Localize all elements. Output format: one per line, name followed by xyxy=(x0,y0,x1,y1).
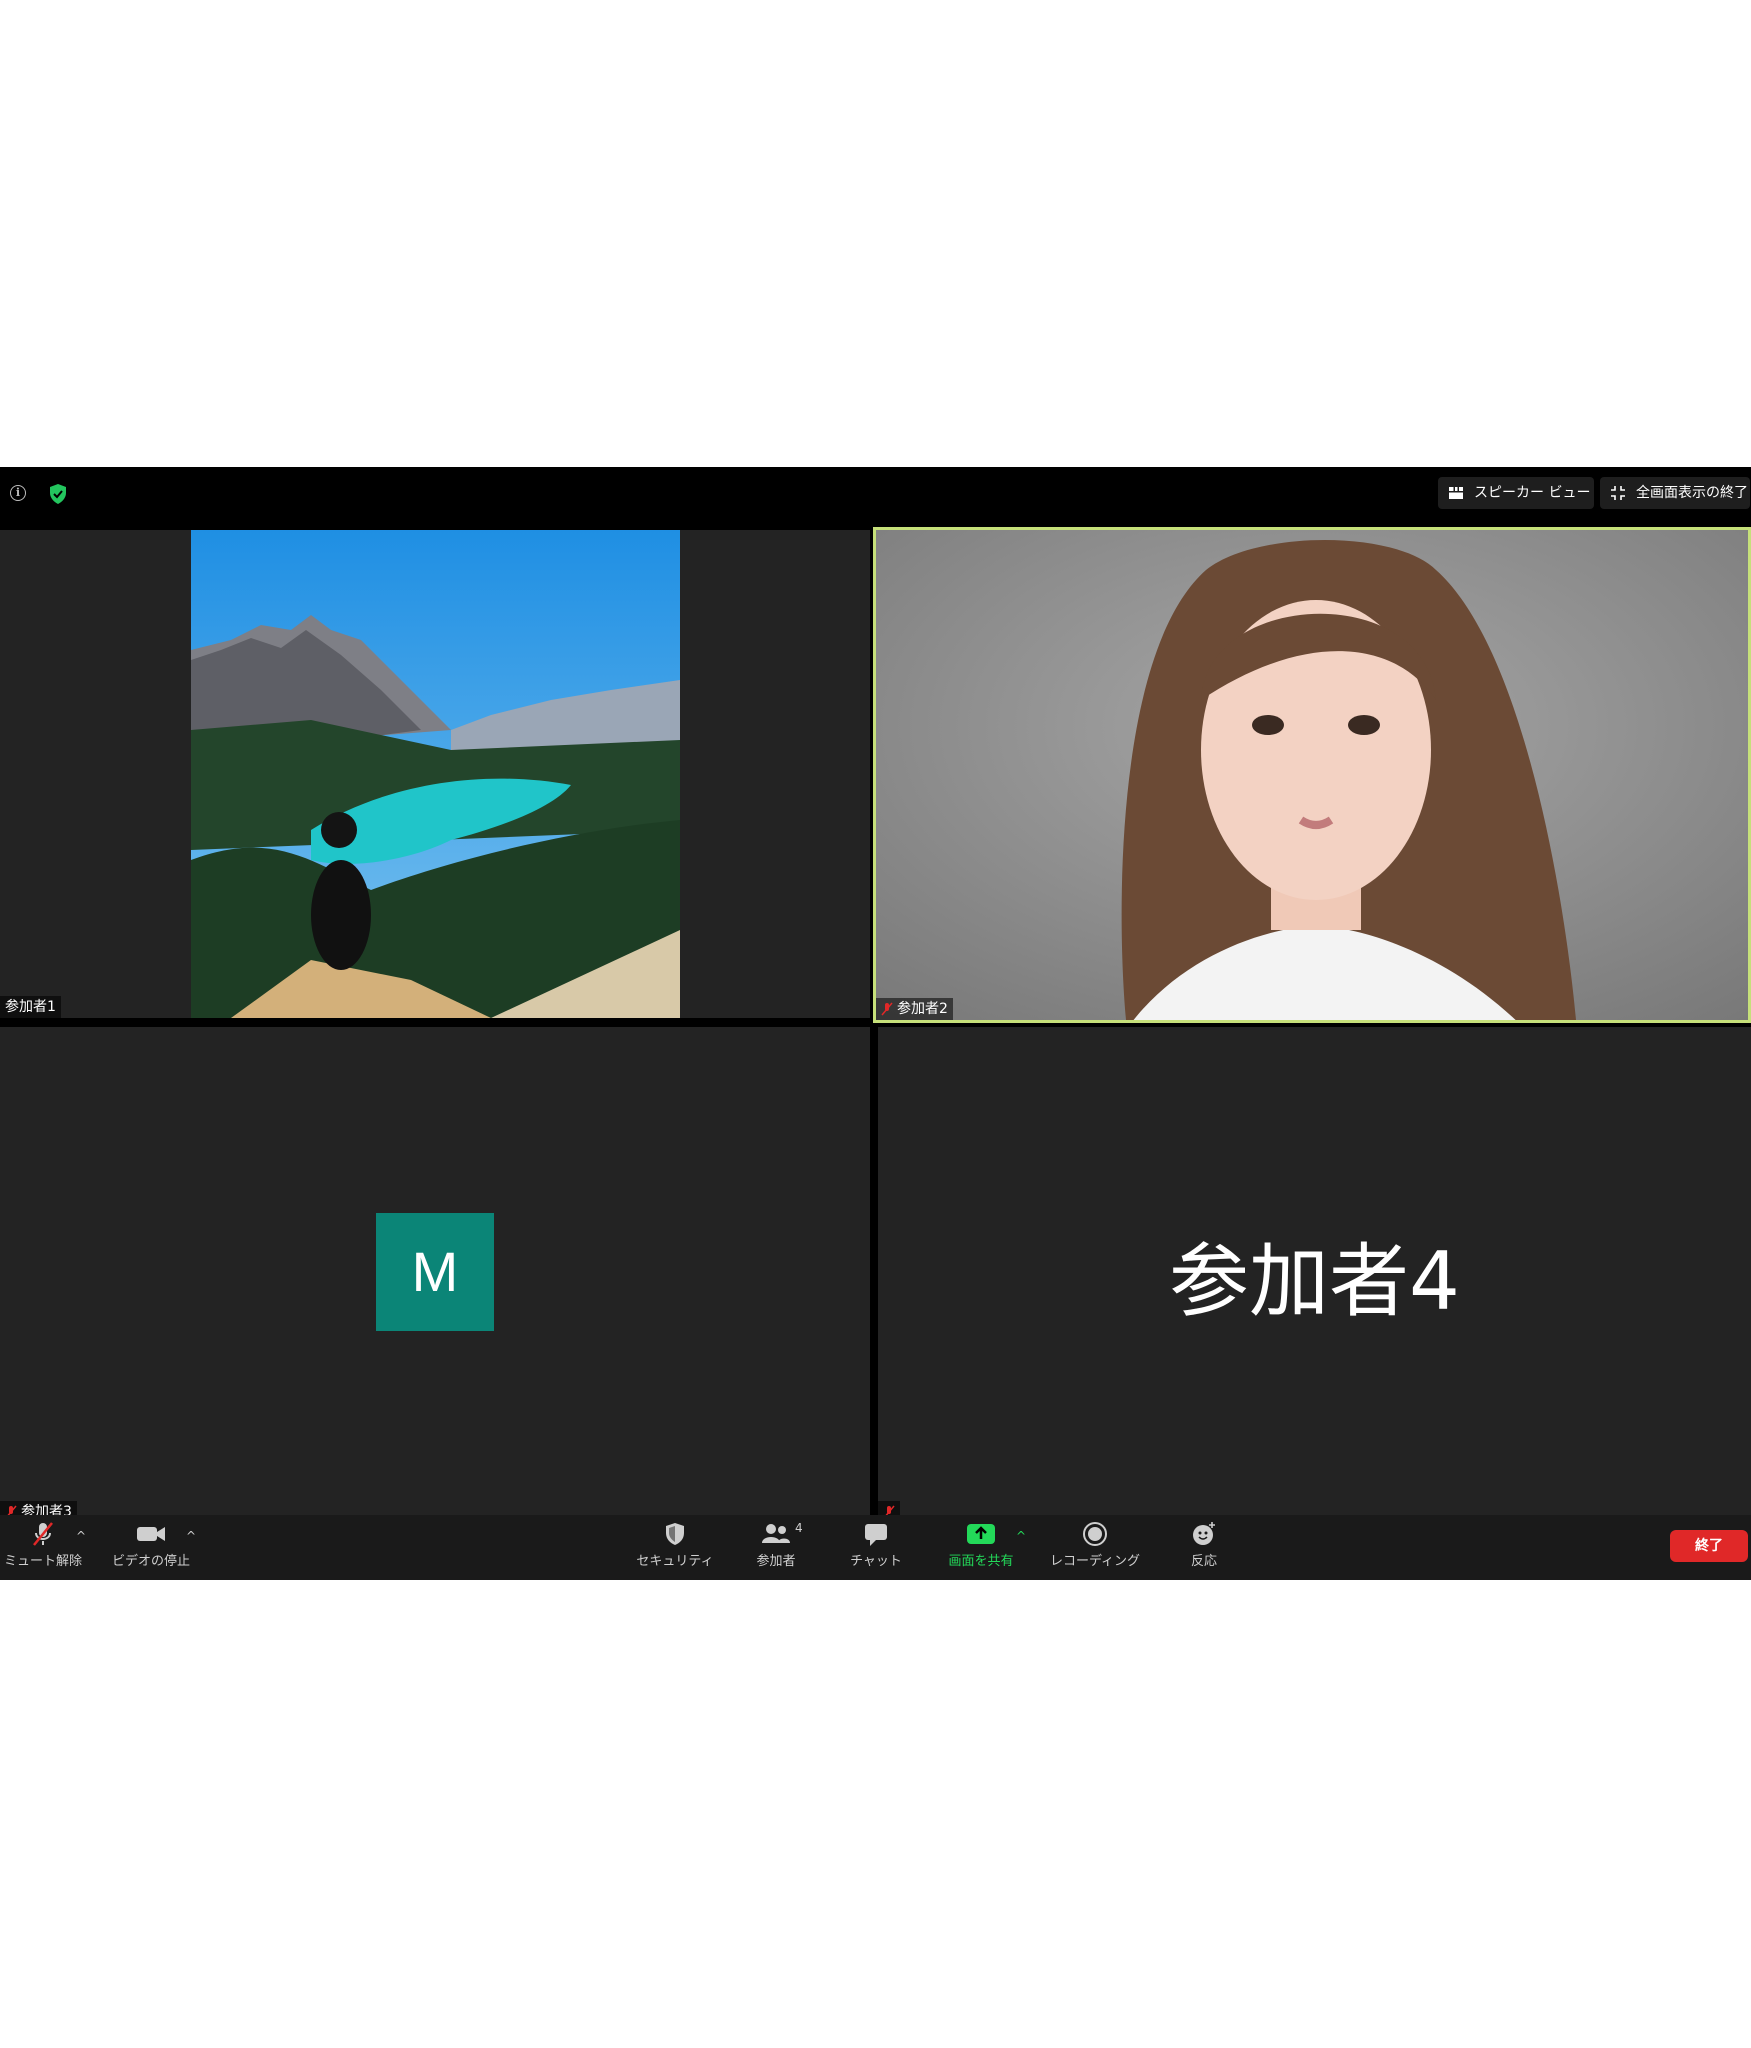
participants-button[interactable]: 4 参加者 xyxy=(721,1521,831,1569)
share-screen-arrow-up-icon xyxy=(967,1524,995,1544)
participant-3-avatar: M xyxy=(376,1213,494,1331)
exit-fullscreen-button[interactable]: 全画面表示の終了 xyxy=(1600,477,1750,509)
participant-1-video xyxy=(191,530,680,1018)
video-tile-participant-1[interactable]: 参加者1 xyxy=(0,530,870,1018)
participant-4-display-name: 参加者4 xyxy=(1169,1235,1460,1328)
participant-1-name: 参加者1 xyxy=(5,999,56,1015)
grid-icon xyxy=(1449,487,1463,499)
exit-fullscreen-icon xyxy=(1611,486,1625,500)
speaker-view-button[interactable]: スピーカー ビュー xyxy=(1438,477,1594,509)
video-tile-participant-4[interactable]: 参加者4 xyxy=(878,1027,1751,1523)
chat-button[interactable]: チャット xyxy=(821,1521,931,1569)
security-button[interactable]: セキュリティ xyxy=(620,1521,730,1569)
muted-mic-icon xyxy=(881,1002,893,1016)
participant-2-name: 参加者2 xyxy=(897,1001,948,1017)
video-options-chevron-up-icon[interactable]: ^ xyxy=(186,1529,196,1543)
video-camera-icon xyxy=(137,1527,165,1541)
meeting-toolbar: ミュート解除 ^ ビデオの停止 ^ セキュリティ 4 参加者 チャット 画面を共… xyxy=(0,1515,1751,1580)
top-bar: i スピーカー ビュー 全画面表示の終了 xyxy=(0,467,1751,527)
info-icon[interactable]: i xyxy=(10,485,26,501)
security-shield-icon xyxy=(666,1523,684,1545)
share-options-chevron-up-icon[interactable]: ^ xyxy=(1016,1529,1026,1543)
recording-button[interactable]: レコーディング xyxy=(1040,1521,1150,1569)
chat-bubble-icon xyxy=(865,1524,887,1546)
participants-count: 4 xyxy=(795,1521,803,1535)
security-label: セキュリティ xyxy=(636,1554,714,1569)
emoji-reaction-icon xyxy=(1193,1522,1215,1545)
muted-mic-icon xyxy=(33,1522,53,1546)
chat-label: チャット xyxy=(850,1554,902,1569)
reactions-label: 反応 xyxy=(1190,1554,1217,1569)
end-meeting-button[interactable]: 終了 xyxy=(1670,1530,1748,1562)
participants-label: 参加者 xyxy=(756,1554,796,1569)
unmute-label: ミュート解除 xyxy=(3,1554,82,1569)
video-tile-participant-2[interactable]: 参加者2 xyxy=(873,527,1751,1023)
meeting-window: i スピーカー ビュー 全画面表示の終了 参加者1 参加者2 M 参加者3 参加… xyxy=(0,467,1751,1580)
video-tile-participant-3[interactable]: M 参加者3 xyxy=(0,1027,870,1523)
recording-label: レコーディング xyxy=(1049,1554,1141,1569)
stop-video-label: ビデオの停止 xyxy=(111,1554,190,1569)
participant-2-name-tag: 参加者2 xyxy=(876,998,953,1020)
encryption-shield-icon[interactable] xyxy=(48,483,68,505)
speaker-view-label: スピーカー ビュー xyxy=(1474,485,1591,501)
audio-options-chevron-up-icon[interactable]: ^ xyxy=(76,1529,86,1543)
participant-2-video xyxy=(876,530,1748,1020)
exit-fullscreen-label: 全画面表示の終了 xyxy=(1636,485,1748,501)
reactions-button[interactable]: 反応 xyxy=(1149,1521,1259,1569)
share-screen-label: 画面を共有 xyxy=(948,1554,1014,1569)
participants-icon xyxy=(762,1524,790,1543)
participant-1-name-tag: 参加者1 xyxy=(0,996,61,1018)
record-icon xyxy=(1083,1522,1107,1546)
